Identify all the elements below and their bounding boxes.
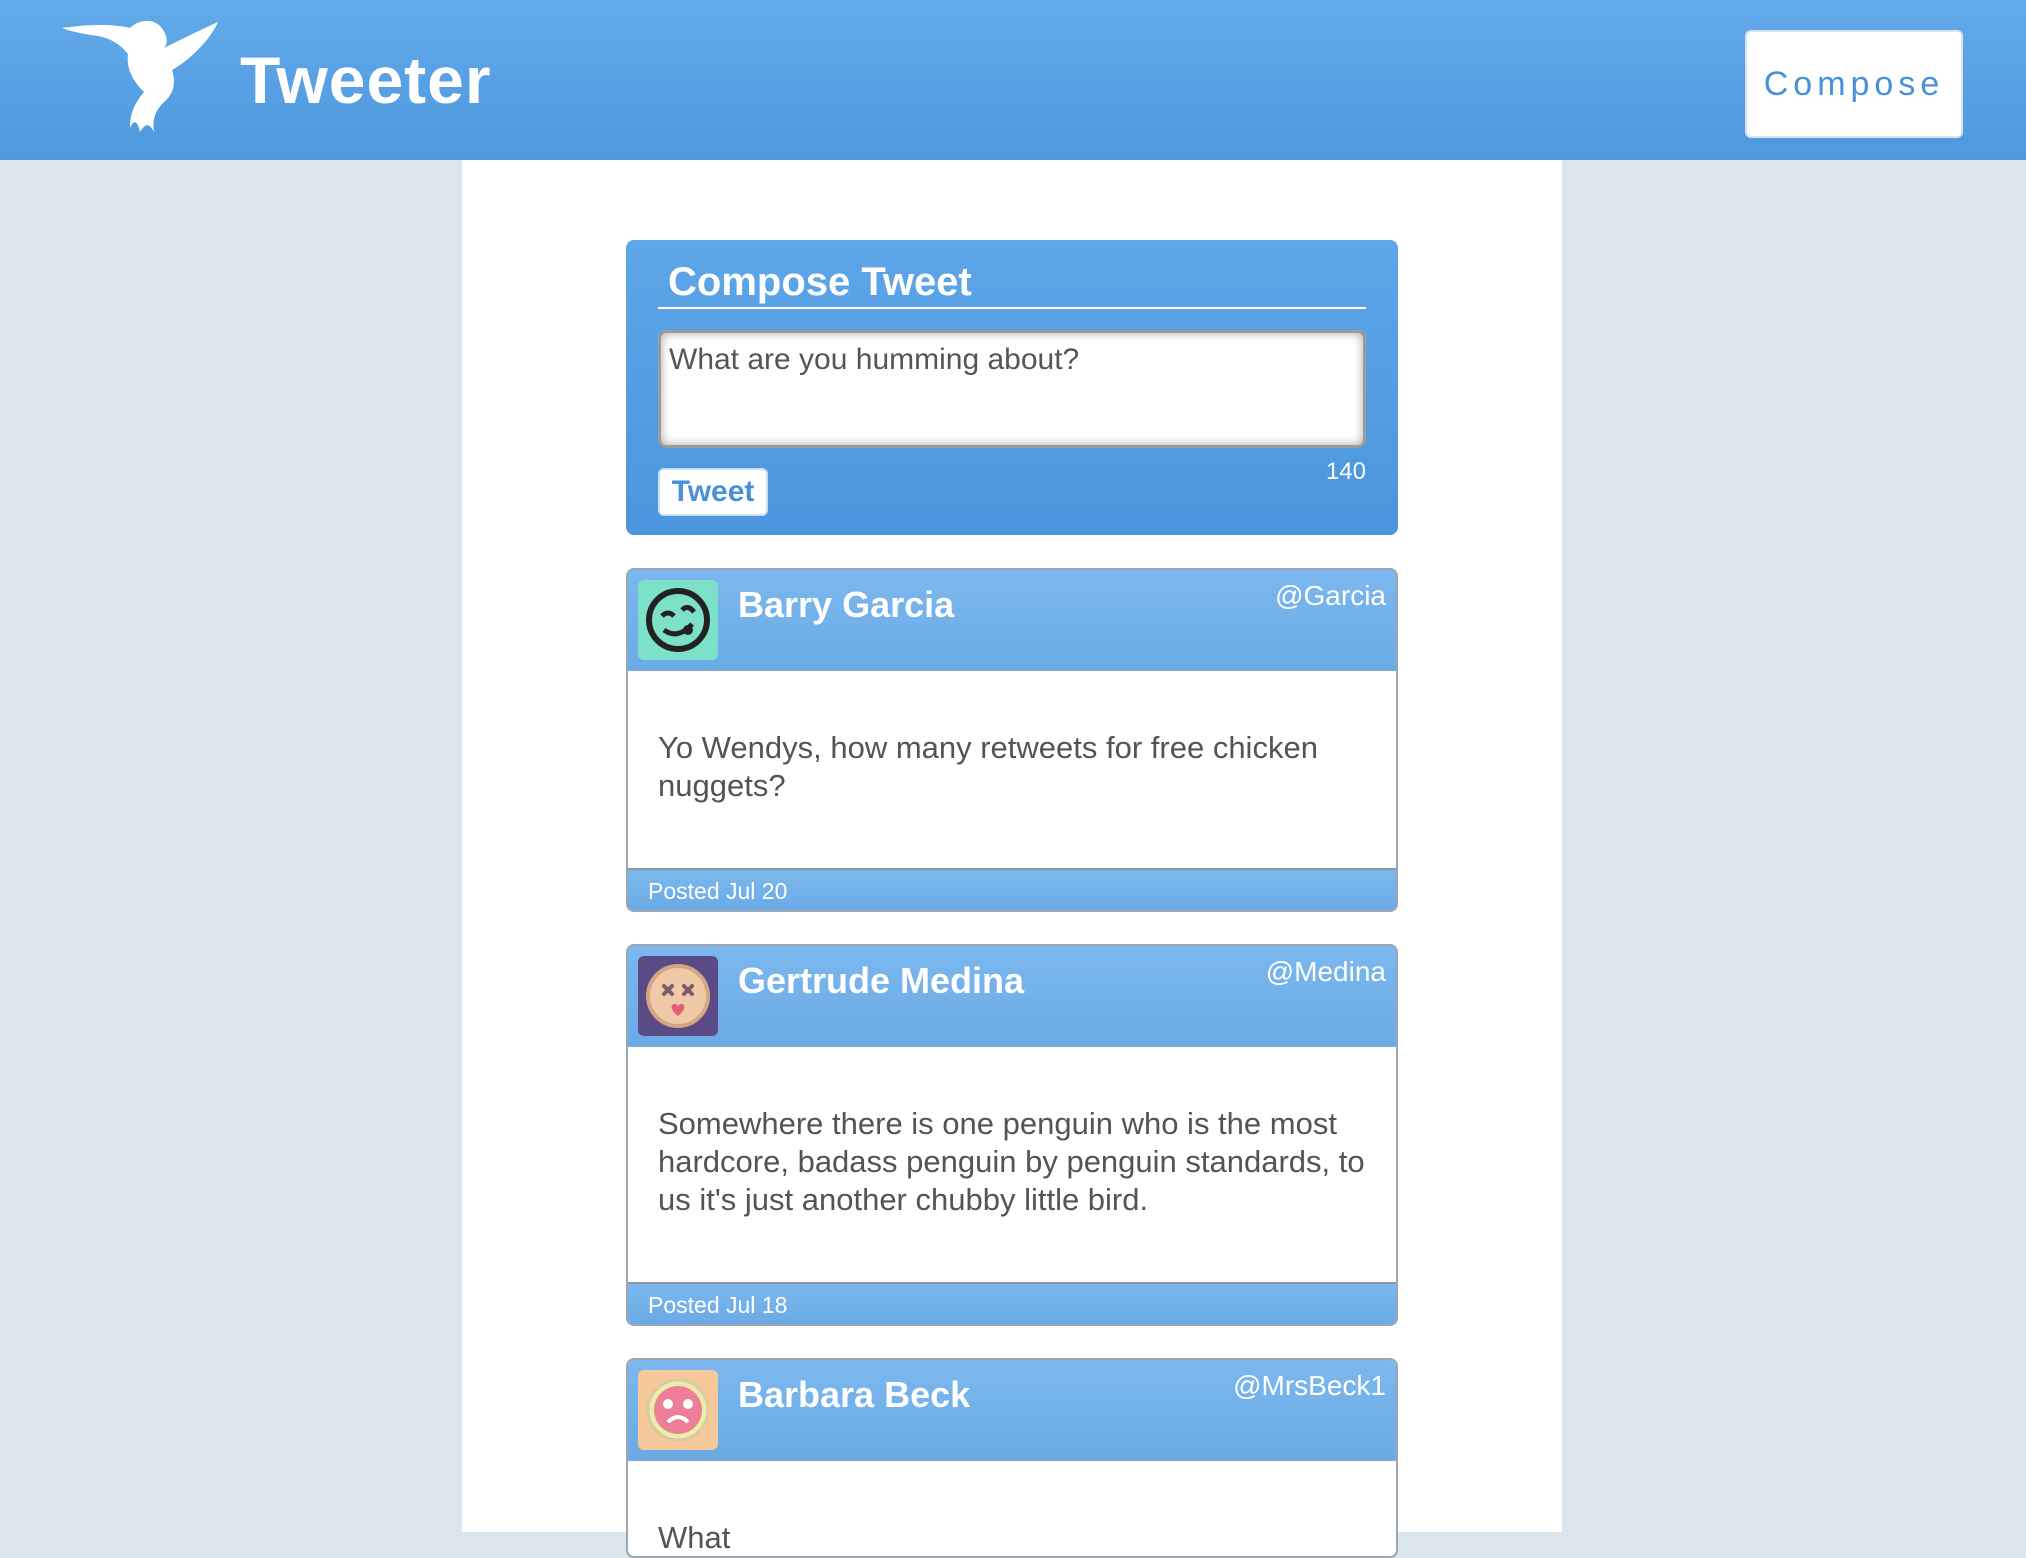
top-nav-bar: Tweeter Compose xyxy=(0,0,2026,160)
divider xyxy=(658,307,1366,309)
tongue-out-face-icon xyxy=(646,588,710,652)
tweet-card: Barry Garcia @Garcia Yo Wendys, how many… xyxy=(626,568,1398,912)
hummingbird-icon xyxy=(62,20,218,132)
compose-button[interactable]: Compose xyxy=(1745,30,1963,138)
char-counter: 140 xyxy=(1325,458,1366,485)
tweet-author-name[interactable]: Gertrude Medina xyxy=(738,960,1024,1002)
app-title: Tweeter xyxy=(240,43,492,117)
tweet-author-handle[interactable]: @Garcia xyxy=(1275,580,1386,612)
tweet-author-handle[interactable]: @MrsBeck1 xyxy=(1233,1370,1386,1402)
avatar xyxy=(638,580,718,660)
tweet-input[interactable] xyxy=(658,330,1366,448)
tweet-author-name[interactable]: Barbara Beck xyxy=(738,1374,970,1416)
tweet-header: Barry Garcia @Garcia xyxy=(628,570,1396,671)
tweet-timestamp: Posted Jul 18 xyxy=(628,1282,1396,1324)
avatar xyxy=(638,1370,718,1450)
surprised-face-icon xyxy=(646,1378,710,1442)
tweet-author-name[interactable]: Barry Garcia xyxy=(738,584,954,626)
dizzy-face-icon xyxy=(646,964,710,1028)
tweet-card: Barbara Beck @MrsBeck1 What xyxy=(626,1358,1398,1558)
avatar xyxy=(638,956,718,1036)
tweet-timestamp: Posted Jul 20 xyxy=(628,868,1396,910)
tweet-text: Yo Wendys, how many retweets for free ch… xyxy=(658,730,1318,803)
tweet-button[interactable]: Tweet xyxy=(658,468,768,516)
tweet-header: Gertrude Medina @Medina xyxy=(628,946,1396,1047)
tweet-text: Somewhere there is one penguin who is th… xyxy=(658,1106,1365,1217)
tweet-card: Gertrude Medina @Medina Somewhere there … xyxy=(626,944,1398,1326)
tweet-header: Barbara Beck @MrsBeck1 xyxy=(628,1360,1396,1461)
tweet-text: What xyxy=(658,1520,731,1555)
main-content: Compose Tweet Tweet 140 Barry Garcia @Ga… xyxy=(462,160,1562,1558)
compose-title: Compose Tweet xyxy=(668,260,972,304)
compose-panel: Compose Tweet Tweet 140 xyxy=(626,240,1398,535)
tweet-author-handle[interactable]: @Medina xyxy=(1266,956,1386,988)
